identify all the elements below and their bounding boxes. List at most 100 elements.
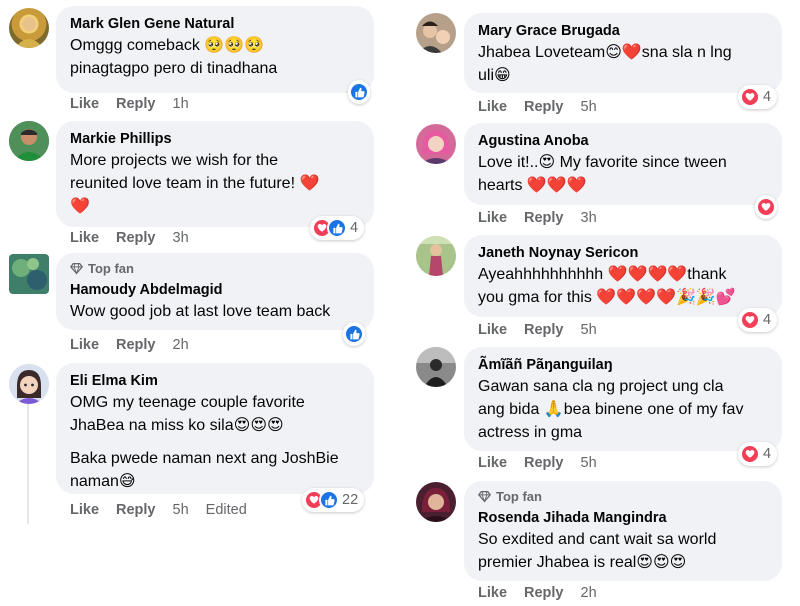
reaction-summary[interactable]: 4: [738, 442, 778, 466]
comment-line: ang bida 🙏bea binene one of my fav: [478, 401, 744, 418]
comment-actions: Like Reply 1h: [70, 96, 189, 112]
comment-bubble: Top fan Hamoudy Abdelmagid Wow good job …: [56, 253, 374, 330]
comment-timestamp[interactable]: 3h: [173, 230, 189, 246]
avatar[interactable]: [9, 364, 49, 404]
reply-link[interactable]: Reply: [116, 96, 156, 112]
reaction-summary[interactable]: 22: [302, 488, 365, 512]
avatar[interactable]: [416, 124, 456, 164]
comment-timestamp[interactable]: 5h: [173, 502, 189, 518]
comment-text: So exdited and cant wait sa world premie…: [478, 528, 768, 574]
love-icon: [756, 197, 776, 217]
diamond-icon: [70, 262, 83, 275]
comment-line: uli😁: [478, 67, 511, 84]
comment-timestamp[interactable]: 5h: [581, 99, 597, 115]
comment-text: Omggg comeback 🥺🥺🥺 pinagtagpo pero di ti…: [70, 34, 360, 80]
comment-bubble: Eli Elma Kim OMG my teenage couple favor…: [56, 363, 374, 494]
love-icon: [740, 310, 760, 330]
comment-bubble: Mary Grace Brugada Jhabea Loveteam😊❤️sna…: [464, 13, 782, 93]
reaction-summary[interactable]: [343, 322, 365, 346]
like-link[interactable]: Like: [478, 585, 507, 601]
reaction-summary[interactable]: 4: [310, 216, 365, 240]
like-link[interactable]: Like: [478, 210, 507, 226]
comment-author[interactable]: Mary Grace Brugada: [478, 21, 768, 41]
reply-link[interactable]: Reply: [524, 210, 564, 226]
comment-line: actress in gma: [478, 424, 583, 441]
comment-timestamp[interactable]: 2h: [581, 585, 597, 601]
like-link[interactable]: Like: [478, 455, 507, 471]
like-link[interactable]: Like: [70, 337, 99, 353]
comment-author[interactable]: Rosenda Jihada Mangindra: [478, 508, 768, 528]
avatar[interactable]: [9, 8, 49, 48]
comment-line: Omggg comeback 🥺🥺🥺: [70, 37, 265, 54]
avatar[interactable]: [416, 236, 456, 276]
comment-timestamp[interactable]: 5h: [581, 322, 597, 338]
like-icon: [319, 490, 339, 510]
reaction-summary[interactable]: 4: [738, 308, 778, 332]
comment-line: ❤️: [70, 198, 90, 215]
reaction-count: 4: [763, 446, 772, 462]
comment-line: More projects we wish for the: [70, 152, 279, 169]
comment-actions: Like Reply 2h: [478, 585, 597, 601]
like-link[interactable]: Like: [70, 96, 99, 112]
reaction-count: 4: [763, 312, 772, 328]
comment-text: Baka pwede naman next ang JoshBie naman😅: [70, 447, 360, 493]
comment-timestamp[interactable]: 5h: [581, 455, 597, 471]
love-icon: [740, 444, 760, 464]
reply-thread-line: [27, 404, 29, 524]
comment-line: Gawan sana cla ng project ung cla: [478, 378, 724, 395]
comment-actions: Like Reply 5h: [478, 455, 597, 471]
comment-author[interactable]: Markie Phillips: [70, 129, 360, 149]
comment-bubble: Mark Glen Gene Natural Omggg comeback 🥺🥺…: [56, 6, 374, 93]
reply-link[interactable]: Reply: [524, 99, 564, 115]
like-link[interactable]: Like: [70, 502, 99, 518]
reaction-summary[interactable]: [755, 195, 777, 219]
like-link[interactable]: Like: [478, 99, 507, 115]
comment-line: Wow good job at last love team back: [70, 303, 331, 320]
reaction-count: 4: [350, 220, 359, 236]
comment-actions: Like Reply 5h: [478, 99, 597, 115]
comment-actions: Like Reply 5h Edited: [70, 502, 247, 518]
edited-label[interactable]: Edited: [206, 502, 247, 518]
avatar[interactable]: [416, 482, 456, 522]
comment-author[interactable]: Eli Elma Kim: [70, 371, 360, 391]
reply-link[interactable]: Reply: [116, 502, 156, 518]
reaction-summary[interactable]: [348, 80, 370, 104]
comment-author[interactable]: Ãmĩãñ Pãŋanguilaŋ: [478, 355, 768, 375]
comment-author[interactable]: Mark Glen Gene Natural: [70, 14, 360, 34]
comment-text: Ayeahhhhhhhhhh ❤️❤️❤️❤️thank you gma for…: [478, 263, 768, 309]
comment-actions: Like Reply 2h: [70, 337, 189, 353]
comment-bubble: Markie Phillips More projects we wish fo…: [56, 121, 374, 227]
avatar[interactable]: [416, 13, 456, 53]
like-icon: [327, 218, 347, 238]
reaction-summary[interactable]: 4: [738, 85, 778, 109]
comment-text: Love it!..😍 My favorite since tween hear…: [478, 151, 768, 197]
comment-author[interactable]: Agustina Anoba: [478, 131, 768, 151]
comment-line: Ayeahhhhhhhhhh ❤️❤️❤️❤️thank: [478, 266, 727, 283]
comment-author[interactable]: Janeth Noynay Sericon: [478, 243, 768, 263]
avatar[interactable]: [9, 254, 49, 294]
reply-link[interactable]: Reply: [116, 337, 156, 353]
comment-timestamp[interactable]: 1h: [173, 96, 189, 112]
avatar[interactable]: [416, 347, 456, 387]
reaction-count: 22: [342, 492, 359, 508]
comment-bubble: Agustina Anoba Love it!..😍 My favorite s…: [464, 123, 782, 205]
reaction-count: 4: [763, 89, 772, 105]
comment-text: OMG my teenage couple favorite JhaBea na…: [70, 391, 360, 437]
comment-line: hearts ❤️❤️❤️: [478, 177, 587, 194]
reply-link[interactable]: Reply: [524, 322, 564, 338]
comment-bubble: Janeth Noynay Sericon Ayeahhhhhhhhhh ❤️❤…: [464, 235, 782, 317]
reply-link[interactable]: Reply: [524, 585, 564, 601]
comment-author[interactable]: Hamoudy Abdelmagid: [70, 280, 360, 300]
comment-timestamp[interactable]: 2h: [173, 337, 189, 353]
comment-line: Jhabea Loveteam😊❤️sna sla n lng: [478, 44, 732, 61]
comment-actions: Like Reply 5h: [478, 322, 597, 338]
like-link[interactable]: Like: [70, 230, 99, 246]
reply-link[interactable]: Reply: [116, 230, 156, 246]
comment-line: Love it!..😍 My favorite since tween: [478, 154, 727, 171]
comment-line: Baka pwede naman next ang JoshBie: [70, 450, 339, 467]
comment-line: pinagtagpo pero di tinadhana: [70, 60, 278, 77]
avatar[interactable]: [9, 121, 49, 161]
like-link[interactable]: Like: [478, 322, 507, 338]
reply-link[interactable]: Reply: [524, 455, 564, 471]
comment-timestamp[interactable]: 3h: [581, 210, 597, 226]
